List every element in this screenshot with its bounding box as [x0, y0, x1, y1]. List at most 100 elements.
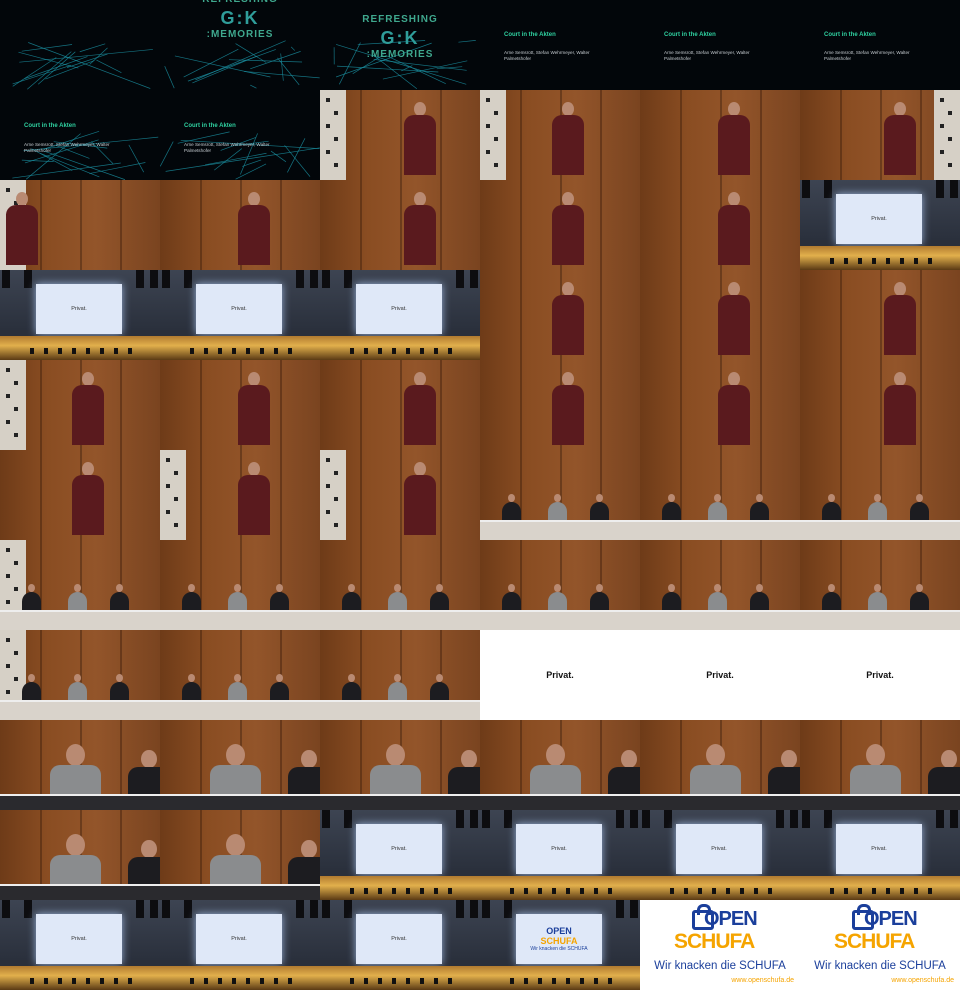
frame-speaker-pillar-left [320, 450, 480, 540]
network-line [96, 59, 122, 73]
frame-stage: Privat. [320, 270, 480, 360]
frame-stage: Privat. [160, 900, 320, 990]
frame-speaker-pillar-left [320, 90, 480, 180]
speaker-cabinet [344, 810, 352, 828]
speaker-cabinet [322, 900, 330, 918]
frame-speaker [640, 90, 800, 180]
panel-seam [400, 180, 402, 270]
event-logo-mark: G:K [220, 7, 260, 28]
frame-panel [640, 450, 800, 540]
audience-head [858, 888, 862, 894]
head [414, 192, 426, 206]
panel-seam [920, 360, 922, 450]
panel-seam [600, 90, 602, 180]
panel-seam [520, 180, 522, 270]
audience-head [100, 348, 104, 354]
panel-seam [840, 90, 842, 180]
speaker-cabinet [824, 180, 832, 198]
head [16, 192, 28, 206]
network-line [19, 49, 153, 63]
stage-floor [800, 246, 960, 270]
frame-stage: Privat. [640, 810, 800, 900]
audience-head [420, 348, 424, 354]
frame-title-brand-top: REFRESHING G:K:MEMORIES [160, 0, 320, 90]
panel-seam [680, 270, 682, 360]
frame-speaker [640, 360, 800, 450]
network-line [89, 162, 146, 174]
logo-open-text: OPEN [704, 908, 758, 930]
panel-seam [760, 90, 762, 180]
head [894, 282, 906, 296]
audience-head [698, 888, 702, 894]
pillar-hole [174, 523, 178, 527]
frame-panel [800, 450, 960, 540]
talk-title: Court in the Akten [824, 32, 876, 38]
panel-seam [680, 180, 682, 270]
torso [238, 205, 270, 265]
laptop-desk [0, 794, 160, 810]
stage-floor [480, 966, 640, 990]
audience-head [72, 348, 76, 354]
frame-stage: Privat. [0, 270, 160, 360]
panel-seam [360, 360, 362, 450]
panel-seam [440, 90, 442, 180]
logo-url-text: www.openschufa.de [891, 977, 954, 984]
audience-head [580, 978, 584, 984]
audience-head [378, 348, 382, 354]
speaker-cabinet [344, 270, 352, 288]
laptop-desk [160, 794, 320, 810]
pillar-hole [486, 98, 490, 102]
projection-screen: Privat. [836, 194, 922, 244]
stage-floor [320, 966, 480, 990]
panel-seam [760, 270, 762, 360]
audience-head [190, 348, 194, 354]
network-line [21, 44, 73, 52]
frame-white-privat: Privat. [800, 630, 960, 720]
network-line [164, 66, 175, 89]
audience-head [538, 888, 542, 894]
torso [552, 205, 584, 265]
audience-head [44, 978, 48, 984]
audience-head [420, 888, 424, 894]
speaker-cabinet [162, 270, 170, 288]
audience-head [392, 348, 396, 354]
panel-seam [40, 180, 42, 270]
stage-floor [160, 336, 320, 360]
audience-head [928, 258, 932, 264]
slide-text: Privat. [231, 936, 247, 942]
audience-head [538, 978, 542, 984]
head [226, 744, 246, 767]
pillar-hole [14, 561, 18, 565]
audience-head [100, 978, 104, 984]
pillar-hole [6, 368, 10, 372]
event-logo: REFRESHING G:K:MEMORIES [160, 0, 320, 42]
laptop-desk [640, 794, 800, 810]
audience-head [44, 348, 48, 354]
torso [552, 115, 584, 175]
projection-screen: Privat. [196, 914, 282, 964]
network-line [28, 42, 151, 89]
frame-speaker [0, 450, 160, 540]
panel-seam [400, 360, 402, 450]
audience-head [246, 978, 250, 984]
event-logo-line-1: REFRESHING [362, 14, 438, 25]
torso [718, 205, 750, 265]
head [562, 372, 574, 386]
audience-head [30, 978, 34, 984]
panel-seam [120, 180, 122, 270]
head [386, 744, 406, 767]
audience-head [566, 978, 570, 984]
panel-table [160, 700, 320, 720]
frame-panel [480, 450, 640, 540]
pillar-hole [166, 458, 170, 462]
head [248, 462, 260, 476]
panel-seam [80, 180, 82, 270]
head [141, 750, 157, 769]
audience-head [406, 888, 410, 894]
pillar-hole [948, 111, 952, 115]
panel-seam [360, 180, 362, 270]
frame-speaker [480, 180, 640, 270]
audience-head [392, 888, 396, 894]
audience-head [900, 888, 904, 894]
frame-stage: Privat. [320, 810, 480, 900]
